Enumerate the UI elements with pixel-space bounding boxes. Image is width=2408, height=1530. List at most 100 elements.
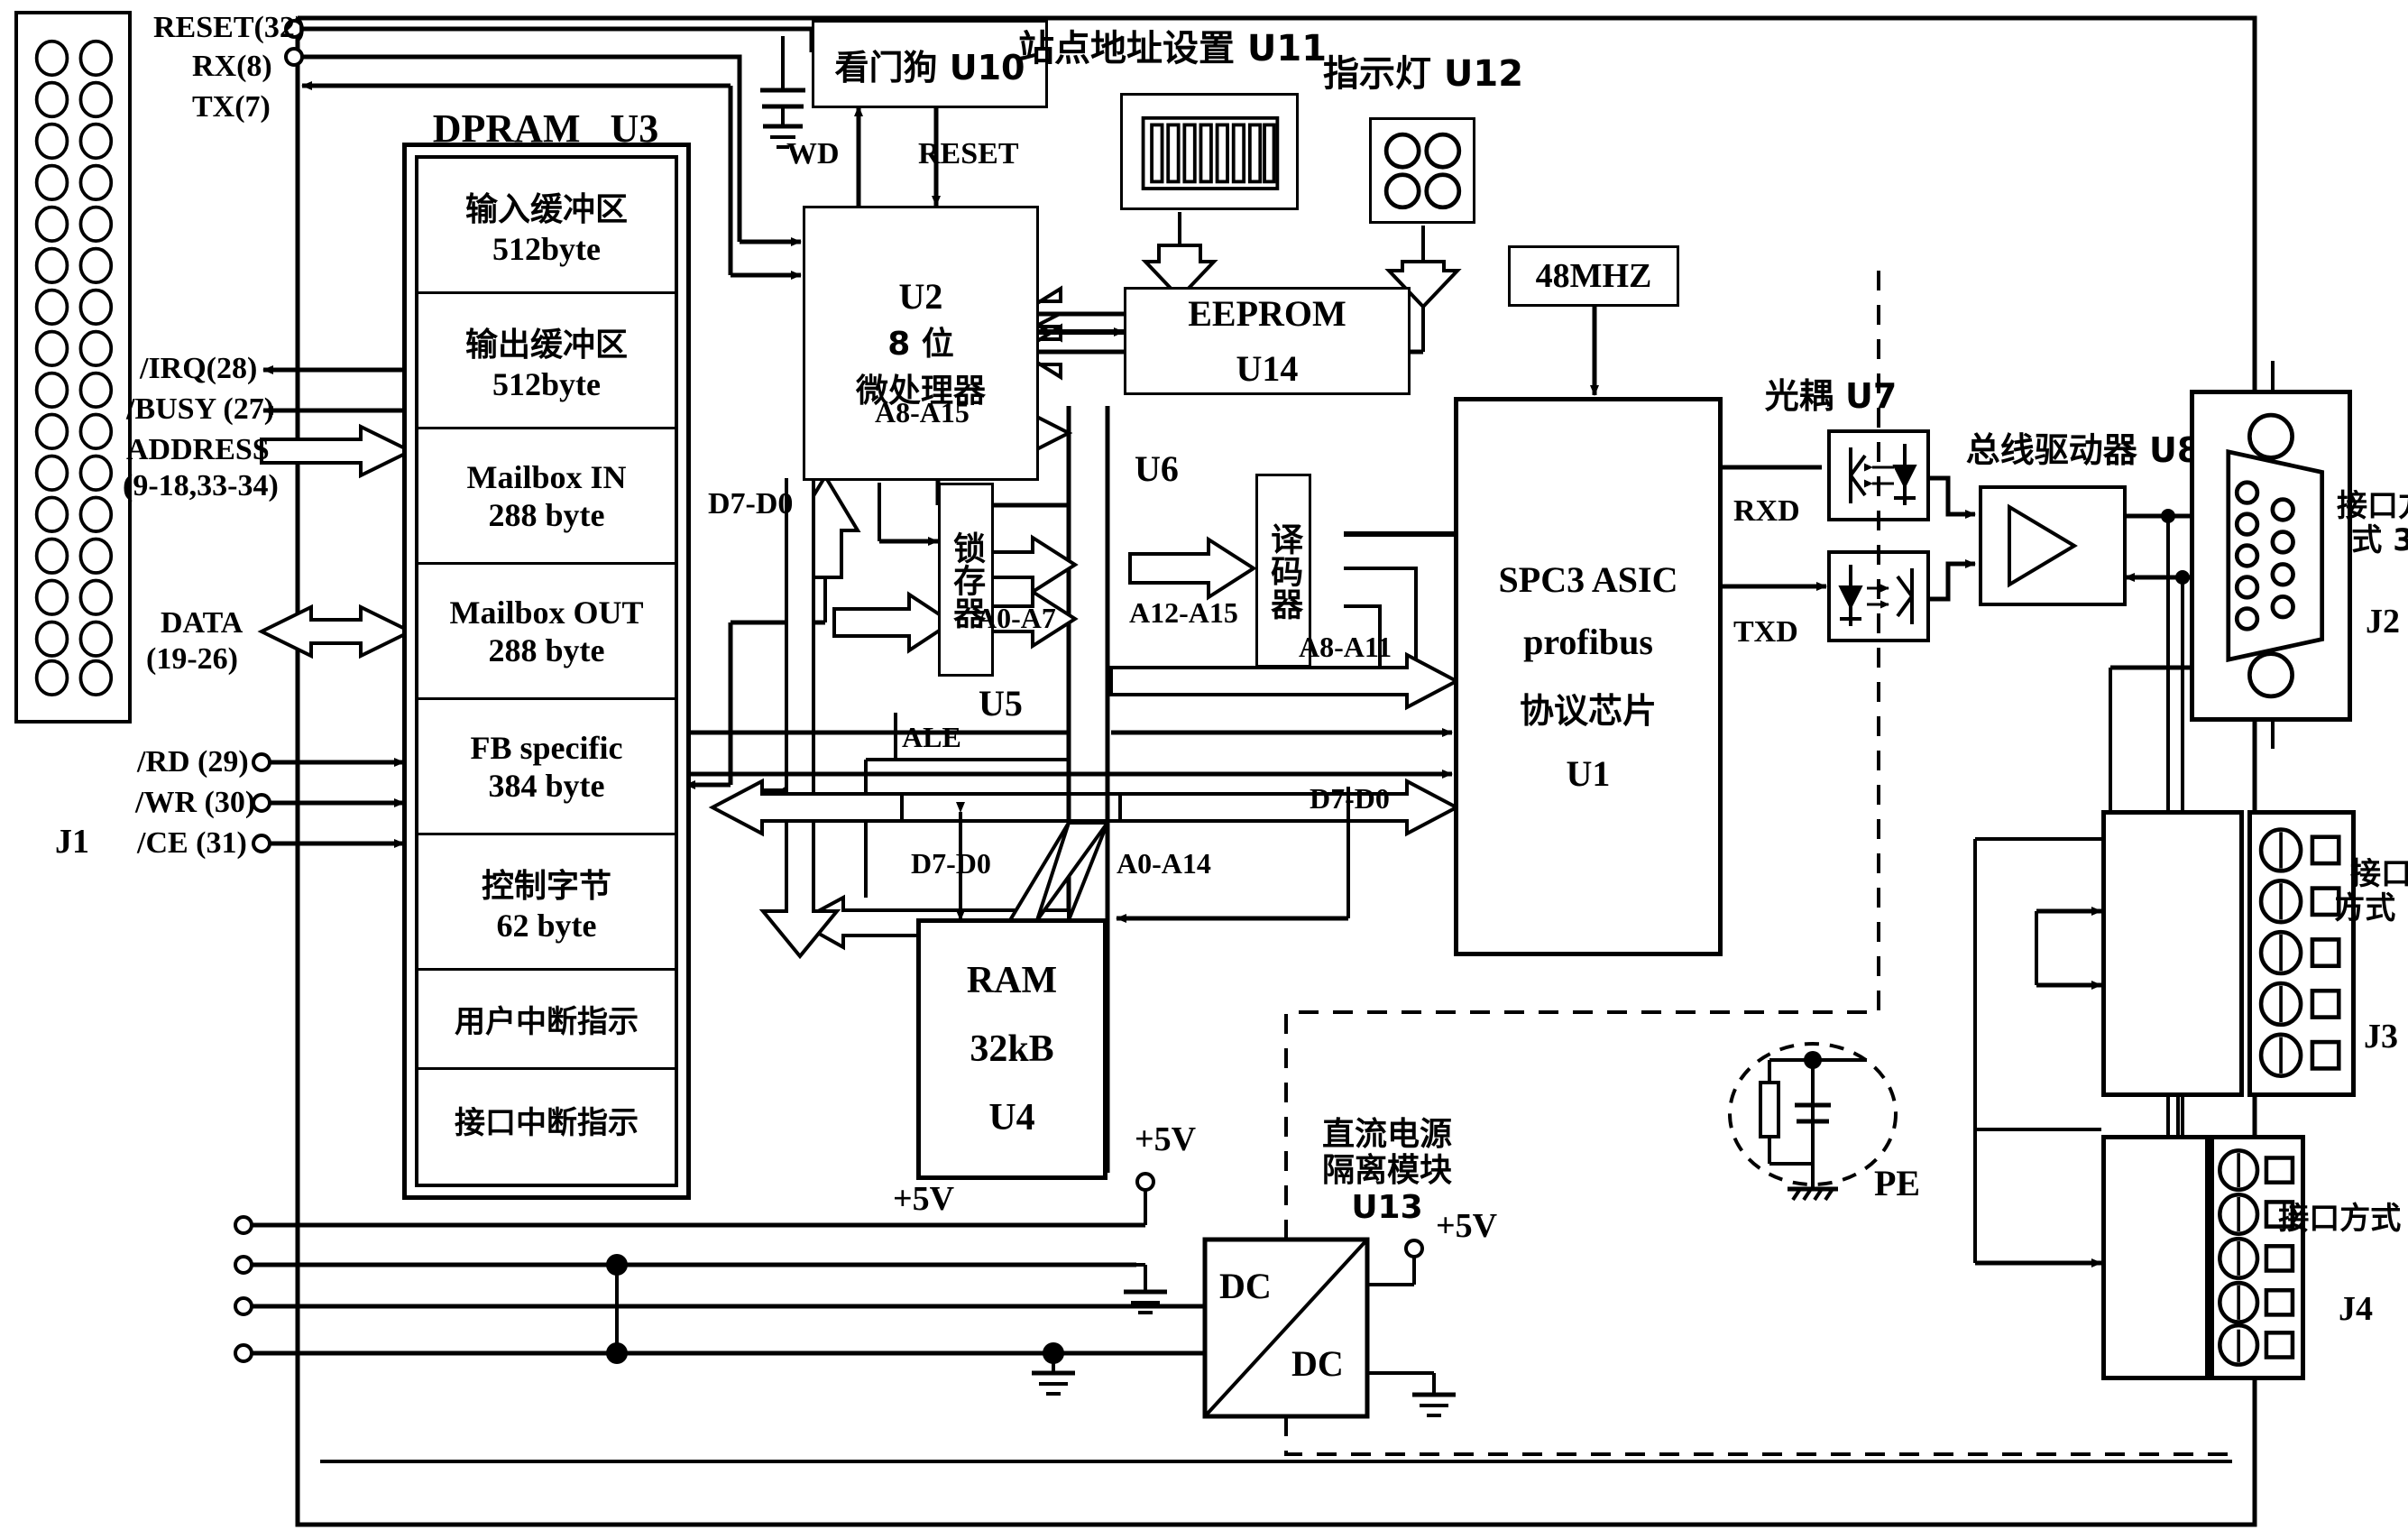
bus-label-a0-a14: A0-A14 (1117, 847, 1211, 880)
connector-j4-screws[interactable] (2210, 1135, 2305, 1380)
bus-driver-title: 总线驱动器 U8 (1965, 430, 2201, 470)
power-label-5v-b: +5V (893, 1180, 955, 1218)
signal-label-tx: TX(7) (192, 90, 271, 124)
bus-label-d7-d0-spc3: D7-D0 (1310, 782, 1390, 815)
ram-size: 32kB (970, 1028, 1054, 1070)
connector-j3-body[interactable] (2101, 810, 2244, 1097)
connector-j4-mode: 接口方式 2 (2278, 1201, 2402, 1237)
connector-j4-body[interactable] (2101, 1135, 2210, 1380)
latch-label: 锁存器 (948, 530, 986, 629)
wiring-layer (234, 15, 2275, 1527)
cpu-labels: U2 8 位 微处理器 (805, 208, 1036, 478)
spc3-name: SPC3 ASIC (1498, 559, 1678, 600)
j4-screw-terminals-icon (2218, 1148, 2295, 1367)
address-switch-block[interactable] (1120, 93, 1299, 210)
dpram-row-size: 384 byte (488, 767, 605, 804)
eeprom-ref: U14 (1236, 348, 1299, 389)
cpu-bits: 8 位 (887, 326, 954, 363)
dpram-row-label: Mailbox IN (466, 458, 627, 495)
signal-label-busy: /BUSY (27) (126, 392, 275, 426)
dpram-row-size: 288 byte (488, 496, 605, 533)
connector-j4-label: J4 (2339, 1290, 2373, 1328)
j1-pin-grid (34, 39, 114, 697)
connector-j2-mode: 接口方 式 3 (2337, 488, 2408, 559)
bus-label-wd: WD (786, 137, 840, 171)
eeprom-labels: EEPROM U14 (1126, 290, 1408, 392)
signal-label-rd: /RD (29) (137, 745, 249, 779)
dpram-row-label: 控制字节 (481, 867, 611, 905)
bus-label-reset: RESET (918, 137, 1019, 171)
dpram-row-size: 62 byte (496, 907, 597, 944)
dcdc-title: 直流电源 隔离模块 U13 (1321, 1116, 1453, 1226)
diagram-canvas: J1 RESET(32) RX(8) TX(7) /IRQ(28) /BUSY … (0, 0, 2408, 1530)
dpram-row-mailbox-in[interactable]: Mailbox IN 288 byte (418, 429, 675, 565)
bus-label-a12-a15: A12-A15 (1129, 596, 1238, 629)
led-indicators-icon (1383, 132, 1462, 210)
decoder-ref: U6 (1135, 448, 1179, 489)
dpram-row-fb-specific[interactable]: FB specific 384 byte (418, 700, 675, 835)
connector-j2[interactable] (2190, 390, 2352, 722)
dpram-row-output-buffer[interactable]: 输出缓冲区 512byte (418, 294, 675, 429)
bus-label-d7-d0-left: D7-D0 (708, 487, 794, 521)
dpram-row-input-buffer[interactable]: 输入缓冲区 512byte (418, 159, 675, 294)
dpram-row-label: 输出缓冲区 (464, 326, 628, 364)
signal-label-address-pins: (9-18,33-34) (123, 469, 279, 502)
eeprom-block[interactable]: EEPROM U14 (1124, 287, 1411, 395)
watchdog-block[interactable]: 看门狗 U10 (812, 20, 1048, 108)
dpram-row-user-interrupt[interactable]: 用户中断指示 (418, 971, 675, 1070)
dpram-row-label: FB specific (470, 729, 623, 766)
latch-ref: U5 (979, 683, 1023, 724)
dpram-outer: 输入缓冲区 512byte 输出缓冲区 512byte Mailbox IN 2… (402, 143, 691, 1200)
optocoupler-title: 光耦 U7 (1764, 376, 1898, 416)
connector-j1-label: J1 (55, 823, 89, 861)
bus-label-rxd: RXD (1733, 494, 1800, 528)
ram-ref: U4 (988, 1097, 1035, 1138)
signal-label-rx: RX(8) (192, 50, 272, 83)
dpram-row-label: 接口中断指示 (455, 1104, 639, 1141)
pe-label: PE (1874, 1163, 1921, 1203)
connector-j3-screws[interactable] (2247, 810, 2356, 1097)
bus-label-d7-d0-ram: D7-D0 (911, 847, 991, 880)
watchdog-label: 看门狗 U10 (834, 47, 1025, 88)
dpram-row-size: 512byte (492, 365, 601, 402)
cpu-block[interactable]: U2 8 位 微处理器 (803, 206, 1039, 481)
ram-labels: RAM 32kB U4 (921, 923, 1103, 1175)
address-switch-title: 站点地址设置 U11 (1017, 28, 1328, 69)
dpram-row-interface-interrupt[interactable]: 接口中断指示 (418, 1070, 675, 1169)
connector-j3-label: J3 (2364, 1018, 2398, 1055)
spc3-protocol-cn: 协议芯片 (1519, 691, 1657, 731)
bus-label-txd: TXD (1733, 615, 1798, 649)
spc3-block[interactable]: SPC3 ASIC profibus 协议芯片 U1 (1454, 397, 1723, 956)
crystal-label: 48MHZ (1535, 257, 1652, 295)
bus-label-ale: ALE (902, 721, 961, 753)
latch-block[interactable]: 锁存器 (938, 483, 994, 677)
signal-label-address: ADDRESS (126, 433, 270, 466)
eeprom-name: EEPROM (1188, 293, 1346, 334)
dpram-row-control-byte[interactable]: 控制字节 62 byte (418, 835, 675, 971)
dcdc-input-label: DC (1219, 1266, 1272, 1306)
signal-label-data: DATA (161, 606, 244, 640)
dpram-row-mailbox-out[interactable]: Mailbox OUT 288 byte (418, 565, 675, 700)
connector-j1[interactable] (14, 11, 132, 724)
connector-j3-mode: 接口 方式 1 (2334, 856, 2408, 927)
dpram-row-label: 用户中断指示 (455, 1004, 639, 1040)
crystal-block[interactable]: 48MHZ (1508, 245, 1679, 307)
ram-block[interactable]: RAM 32kB U4 (916, 918, 1107, 1180)
led-block[interactable] (1369, 117, 1475, 224)
signal-label-reset: RESET(32) (153, 11, 306, 44)
dip-switch-icon (1141, 115, 1280, 190)
ram-name: RAM (966, 960, 1058, 1001)
cpu-ref: U2 (898, 276, 943, 317)
dcdc-output-label: DC (1291, 1343, 1344, 1384)
bus-label-a8-a15: A8-A15 (875, 396, 970, 429)
signal-label-ce: /CE (31) (137, 826, 247, 860)
signal-label-data-pins: (19-26) (146, 642, 238, 676)
dpram-row-size: 512byte (492, 230, 601, 267)
led-title: 指示灯 U12 (1322, 53, 1524, 95)
bus-label-a0-a7: A0-A7 (976, 602, 1056, 634)
dpram-row-label: Mailbox OUT (449, 594, 644, 631)
spc3-ref: U1 (1566, 753, 1611, 794)
signal-label-irq: /IRQ(28) (140, 352, 258, 385)
spc3-labels: SPC3 ASIC profibus 协议芯片 U1 (1458, 401, 1718, 952)
db9-icon (2226, 412, 2325, 699)
